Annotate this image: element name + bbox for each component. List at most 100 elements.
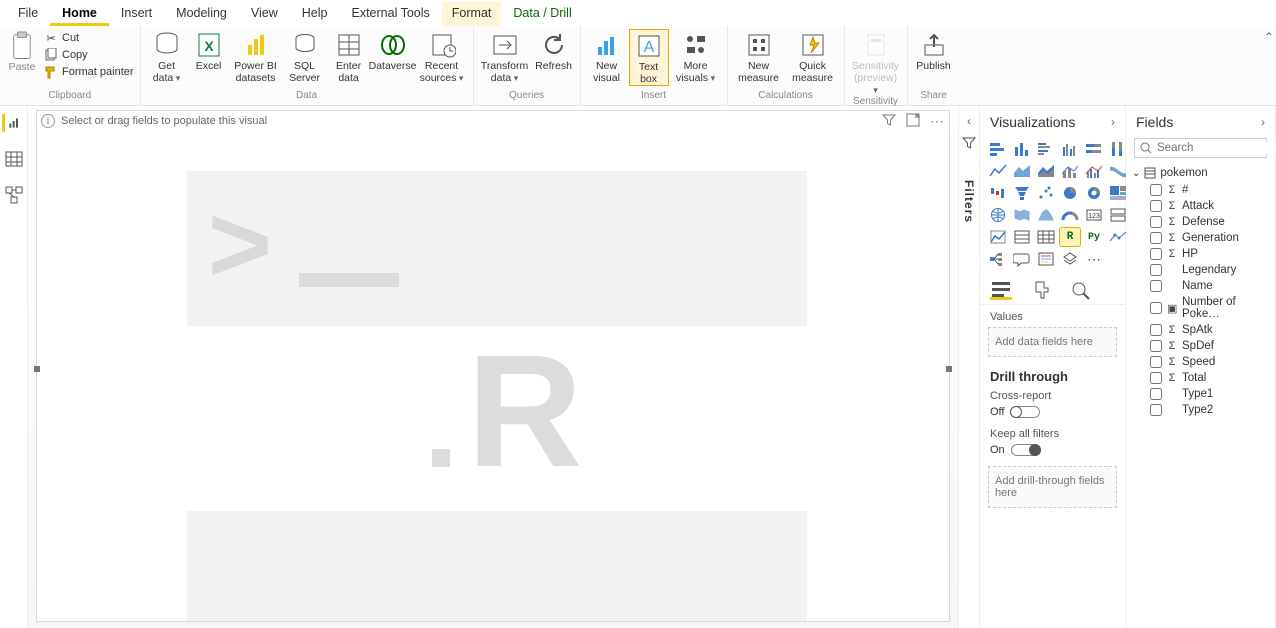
menu-home[interactable]: Home: [50, 2, 109, 26]
menu-file[interactable]: File: [6, 2, 50, 26]
paginated-report-icon[interactable]: [1060, 250, 1080, 268]
more-visuals-button[interactable]: More visuals ▾: [669, 29, 723, 84]
chevron-right-icon[interactable]: ›: [1111, 115, 1115, 129]
stacked-bar-100-icon[interactable]: [1084, 140, 1104, 158]
menu-data-drill[interactable]: Data / Drill: [501, 2, 583, 26]
field-generation[interactable]: ΣGeneration: [1132, 230, 1269, 246]
field-type1[interactable]: Type1: [1132, 386, 1269, 402]
r-visual-placeholder[interactable]: i Select or drag fields to populate this…: [36, 110, 950, 622]
slicer-icon[interactable]: [1012, 228, 1032, 246]
field-checkbox[interactable]: [1150, 232, 1162, 244]
menu-format[interactable]: Format: [442, 2, 502, 26]
focus-mode-icon[interactable]: [906, 113, 920, 130]
analytics-tab-icon[interactable]: [1070, 280, 1092, 300]
more-options-icon[interactable]: ⋯: [930, 113, 945, 130]
model-view-icon[interactable]: [5, 186, 23, 204]
menu-view[interactable]: View: [239, 2, 290, 26]
key-influencers-icon[interactable]: [1108, 228, 1128, 246]
field-checkbox[interactable]: [1150, 280, 1162, 292]
publish-button[interactable]: Publish: [912, 29, 956, 72]
fields-search[interactable]: [1134, 138, 1267, 158]
field-defense[interactable]: ΣDefense: [1132, 214, 1269, 230]
field--[interactable]: Σ#: [1132, 182, 1269, 198]
filled-map-icon[interactable]: [1012, 206, 1032, 224]
field-checkbox[interactable]: [1150, 302, 1162, 314]
kpi-icon[interactable]: [988, 228, 1008, 246]
field-spdef[interactable]: ΣSpDef: [1132, 338, 1269, 354]
card-icon[interactable]: 123: [1084, 206, 1104, 224]
area-chart-icon[interactable]: [1012, 162, 1032, 180]
format-tab-icon[interactable]: [1030, 280, 1052, 300]
refresh-button[interactable]: Refresh: [532, 29, 576, 72]
report-canvas[interactable]: i Select or drag fields to populate this…: [28, 106, 958, 628]
field-checkbox[interactable]: [1150, 216, 1162, 228]
field-speed[interactable]: ΣSpeed: [1132, 354, 1269, 370]
field-hp[interactable]: ΣHP: [1132, 246, 1269, 262]
paste-button[interactable]: Paste: [4, 29, 40, 73]
field-checkbox[interactable]: [1150, 264, 1162, 276]
treemap-icon[interactable]: [1108, 184, 1128, 202]
field-checkbox[interactable]: [1150, 184, 1162, 196]
field-checkbox[interactable]: [1150, 248, 1162, 260]
clustered-column-icon[interactable]: [1060, 140, 1080, 158]
line-clustered-column-icon[interactable]: [1084, 162, 1104, 180]
menu-modeling[interactable]: Modeling: [164, 2, 239, 26]
field-attack[interactable]: ΣAttack: [1132, 198, 1269, 214]
table-icon[interactable]: [1036, 228, 1056, 246]
format-painter-button[interactable]: Format painter: [44, 65, 134, 79]
stacked-area-icon[interactable]: [1036, 162, 1056, 180]
ribbon-chart-icon[interactable]: [1108, 162, 1128, 180]
search-input[interactable]: [1157, 142, 1276, 154]
cut-button[interactable]: ✂Cut: [44, 31, 134, 45]
python-visual-icon[interactable]: Py: [1084, 228, 1104, 246]
smart-narrative-icon[interactable]: [1036, 250, 1056, 268]
field-type2[interactable]: Type2: [1132, 402, 1269, 418]
scatter-icon[interactable]: [1036, 184, 1056, 202]
shape-map-icon[interactable]: [1036, 206, 1056, 224]
stacked-column-100-icon[interactable]: [1108, 140, 1128, 158]
get-more-visuals-icon[interactable]: ⋯: [1084, 250, 1104, 268]
data-view-icon[interactable]: [5, 150, 23, 168]
report-view-icon[interactable]: [2, 114, 20, 132]
clustered-bar-icon[interactable]: [1036, 140, 1056, 158]
field-number-of-poke-[interactable]: ▣Number of Poke…: [1132, 294, 1269, 322]
line-chart-icon[interactable]: [988, 162, 1008, 180]
filter-icon[interactable]: [882, 113, 896, 130]
cross-report-toggle[interactable]: [1010, 406, 1040, 418]
chevron-right-icon[interactable]: ›: [1261, 115, 1265, 129]
field-checkbox[interactable]: [1150, 324, 1162, 336]
field-checkbox[interactable]: [1150, 372, 1162, 384]
r-visual-icon[interactable]: R: [1060, 228, 1080, 246]
enter-data-button[interactable]: Enter data: [327, 29, 371, 84]
pie-chart-icon[interactable]: [1060, 184, 1080, 202]
transform-data-button[interactable]: Transform data ▾: [478, 29, 532, 84]
field-checkbox[interactable]: [1150, 340, 1162, 352]
dataverse-button[interactable]: Dataverse: [371, 29, 415, 72]
menu-external-tools[interactable]: External Tools: [339, 2, 441, 26]
field-checkbox[interactable]: [1150, 356, 1162, 368]
chevron-left-icon[interactable]: ‹: [967, 114, 971, 128]
excel-button[interactable]: XExcel: [189, 29, 229, 72]
map-icon[interactable]: [988, 206, 1008, 224]
field-legendary[interactable]: Legendary: [1132, 262, 1269, 278]
decomposition-tree-icon[interactable]: [988, 250, 1008, 268]
gauge-icon[interactable]: [1060, 206, 1080, 224]
copy-button[interactable]: Copy: [44, 48, 134, 62]
field-checkbox[interactable]: [1150, 388, 1162, 400]
stacked-column-icon[interactable]: [1012, 140, 1032, 158]
qa-visual-icon[interactable]: [1012, 250, 1032, 268]
waterfall-icon[interactable]: [988, 184, 1008, 202]
stacked-bar-icon[interactable]: [988, 140, 1008, 158]
new-visual-button[interactable]: New visual: [585, 29, 629, 84]
values-field-well[interactable]: Add data fields here: [988, 327, 1117, 357]
field-name[interactable]: Name: [1132, 278, 1269, 294]
pbi-datasets-button[interactable]: Power BI datasets: [229, 29, 283, 84]
field-checkbox[interactable]: [1150, 404, 1162, 416]
multi-row-card-icon[interactable]: [1108, 206, 1128, 224]
field-total[interactable]: ΣTotal: [1132, 370, 1269, 386]
menu-help[interactable]: Help: [290, 2, 340, 26]
line-stacked-column-icon[interactable]: [1060, 162, 1080, 180]
donut-chart-icon[interactable]: [1084, 184, 1104, 202]
text-box-button[interactable]: AText box: [629, 29, 669, 86]
menu-insert[interactable]: Insert: [109, 2, 164, 26]
